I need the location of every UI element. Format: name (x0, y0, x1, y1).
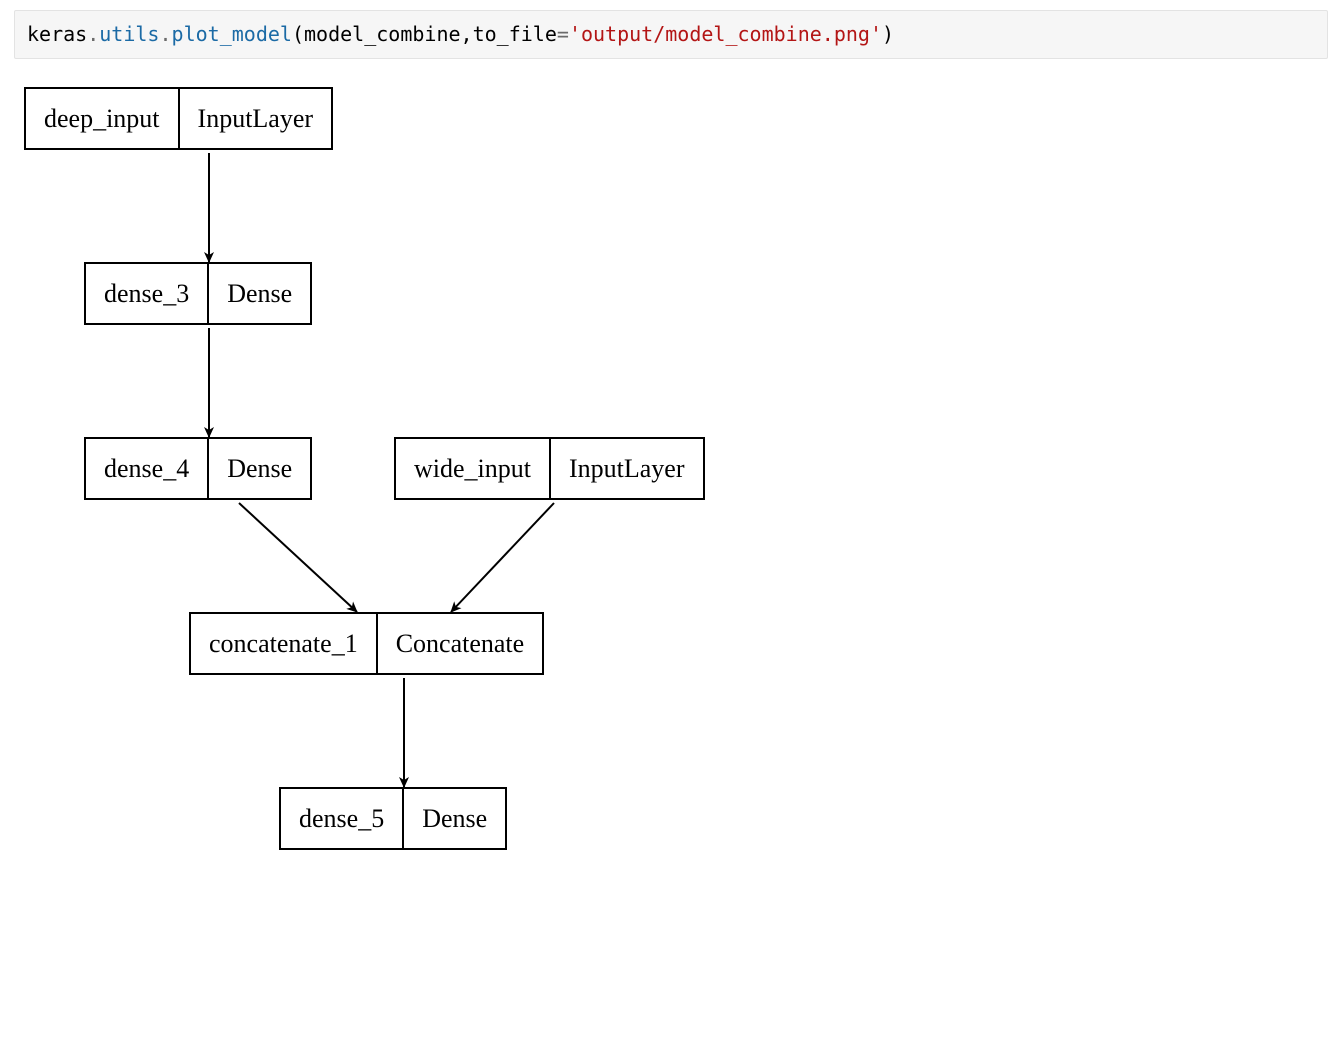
layer-name: dense_4 (86, 439, 207, 498)
code-token: 'output/model_combine.png' (569, 22, 882, 46)
code-token: ) (882, 22, 894, 46)
code-token: utils (99, 22, 159, 46)
layer-type: InputLayer (180, 89, 332, 148)
layer-name: deep_input (26, 89, 178, 148)
code-token: . (87, 22, 99, 46)
code-token: . (159, 22, 171, 46)
layer-node-dense-3: dense_3 Dense (84, 262, 312, 325)
edge (239, 503, 357, 612)
layer-name: dense_5 (281, 789, 402, 848)
layer-type: Dense (404, 789, 505, 848)
code-token: to_file (473, 22, 557, 46)
layer-type: Concatenate (378, 614, 543, 673)
code-token: model_combine (304, 22, 461, 46)
code-token: , (461, 22, 473, 46)
layer-type: Dense (209, 439, 310, 498)
layer-node-dense-4: dense_4 Dense (84, 437, 312, 500)
code-token: = (557, 22, 569, 46)
code-token: keras (27, 22, 87, 46)
layer-name: wide_input (396, 439, 549, 498)
layer-type: Dense (209, 264, 310, 323)
layer-name: dense_3 (86, 264, 207, 323)
layer-node-dense-5: dense_5 Dense (279, 787, 507, 850)
edges-layer (14, 87, 814, 1007)
code-token: plot_model (172, 22, 292, 46)
layer-node-wide-input: wide_input InputLayer (394, 437, 705, 500)
layer-node-concatenate-1: concatenate_1 Concatenate (189, 612, 544, 675)
model-diagram: deep_input InputLayer dense_3 Dense dens… (14, 87, 814, 1007)
edge (451, 503, 554, 612)
layer-name: concatenate_1 (191, 614, 376, 673)
code-cell: keras.utils.plot_model(model_combine,to_… (14, 10, 1328, 59)
code-token: ( (292, 22, 304, 46)
layer-node-deep-input: deep_input InputLayer (24, 87, 333, 150)
layer-type: InputLayer (551, 439, 703, 498)
